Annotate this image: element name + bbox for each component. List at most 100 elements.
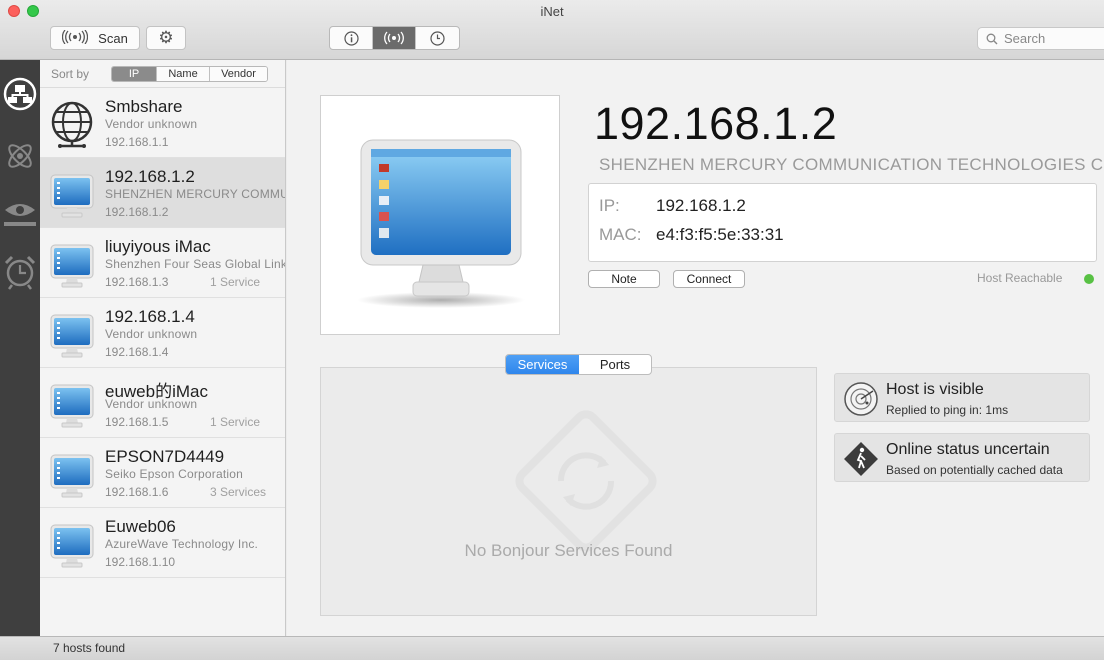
host-list: Smbshare Vendor unknown 192.168.1.1 192.168… — [40, 88, 285, 578]
status-title: Online status uncertain — [886, 441, 1050, 458]
address-info-box: IP: 192.168.1.2 MAC: e4:f3:f5:5e:33:31 — [588, 183, 1097, 262]
reachability-label: Host Reachable — [977, 271, 1063, 285]
no-services-message: No Bonjour Services Found — [464, 541, 673, 560]
status-subtitle: Replied to ping in: 1ms — [886, 403, 1009, 417]
history-view-button[interactable] — [416, 27, 459, 49]
sort-segmented-control: IP Name Vendor — [111, 65, 269, 82]
eye-icon — [4, 204, 36, 226]
host-detail-pane: 192.168.1.2 SHENZHEN MERCURY COMMUNICATI… — [287, 60, 1104, 636]
scan-label: Scan — [98, 30, 128, 46]
computer-icon — [50, 520, 94, 568]
category-rail — [0, 60, 40, 636]
hosts-found-count: 7 hosts found — [53, 641, 126, 655]
globe-icon — [50, 100, 94, 148]
host-service-count: 1 Service — [210, 275, 261, 289]
host-ip: 192.168.1.4 — [105, 345, 169, 359]
note-button[interactable]: Note — [588, 270, 660, 288]
network-view-button[interactable] — [373, 27, 416, 49]
host-row[interactable]: EPSON7D4449 Seiko Epson Corporation 192.16… — [40, 438, 285, 508]
info-view-button[interactable] — [330, 27, 373, 49]
host-vendor: Vendor unknown — [105, 327, 198, 341]
host-vendor: SHENZHEN MERCURY COMMUNICATION TECHNOLOG… — [599, 155, 1104, 174]
host-name: liuyiyous iMac — [105, 237, 211, 256]
sort-label: Sort by — [51, 66, 90, 81]
atom-icon — [8, 144, 32, 168]
toolbar: iNet Scan ⚙ Search — [0, 0, 1104, 60]
host-name: 192.168.1.2 — [105, 167, 195, 186]
host-vendor: Vendor unknown — [105, 117, 198, 131]
status-bar: 7 hosts found — [0, 636, 1104, 660]
radar-icon — [844, 382, 878, 416]
computer-icon — [50, 240, 94, 288]
host-service-count: 3 Services — [210, 485, 267, 499]
computer-icon — [50, 170, 94, 218]
computer-icon — [50, 310, 94, 358]
host-row[interactable]: Euweb06 AzureWave Technology Inc. 192.168.… — [40, 508, 285, 578]
host-ip: 192.168.1.2 — [105, 205, 169, 219]
rail-bonjour-button[interactable] — [0, 128, 40, 184]
mac-label: MAC: — [599, 225, 642, 244]
status-subtitle: Based on potentially cached data — [886, 463, 1063, 477]
host-ip: 192.168.1.3 — [105, 275, 169, 289]
sort-ip-button[interactable]: IP — [112, 66, 158, 81]
host-list-pane: Sort by IP Name Vendor Smbshare Vendor un… — [40, 60, 286, 636]
sort-bar: Sort by IP Name Vendor — [40, 60, 285, 88]
computer-icon — [357, 139, 525, 308]
settings-button[interactable]: ⚙ — [146, 26, 186, 50]
host-row[interactable]: euweb的iMac Vendor unknown 192.168.1.5 1 Ser… — [40, 368, 285, 438]
search-placeholder: Search — [1004, 31, 1046, 46]
rail-monitor-button[interactable] — [0, 185, 40, 241]
view-segmented-control — [329, 26, 460, 50]
host-name: 192.168.1.4 — [105, 307, 195, 326]
mac-value: e4:f3:f5:5e:33:31 — [656, 225, 784, 244]
sort-name-button[interactable]: Name — [157, 66, 211, 81]
host-ip: 192.168.1.5 — [105, 415, 169, 429]
rail-network-button[interactable] — [0, 66, 40, 122]
host-row[interactable]: Smbshare Vendor unknown 192.168.1.1 — [40, 88, 285, 158]
host-name: Euweb06 — [105, 517, 176, 536]
reachability-indicator — [1084, 274, 1094, 284]
ip-value: 192.168.1.2 — [656, 196, 746, 215]
computer-icon — [50, 380, 94, 428]
wifi-icon — [62, 29, 89, 47]
services-list: No Bonjour Services Found — [320, 367, 817, 616]
host-vendor: Shenzhen Four Seas Global Link — [105, 257, 285, 271]
wifi-icon — [384, 31, 404, 45]
sort-vendor-button[interactable]: Vendor — [210, 66, 268, 81]
status-card-visible: Host is visible Replied to ping in: 1ms — [834, 373, 1090, 422]
info-icon — [343, 30, 359, 46]
host-row[interactable]: liuyiyous iMac Shenzhen Four Seas Global … — [40, 228, 285, 298]
services-ports-tabs: Services Ports — [505, 354, 652, 375]
host-vendor: Seiko Epson Corporation — [105, 467, 244, 481]
status-title: Host is visible — [886, 381, 984, 398]
host-row[interactable]: 192.168.1.4 Vendor unknown 192.168.1.4 — [40, 298, 285, 368]
clock-icon — [430, 30, 445, 46]
connect-button[interactable]: Connect — [673, 270, 745, 288]
search-icon — [986, 33, 998, 44]
host-name: EPSON7D4449 — [105, 447, 225, 466]
host-vendor: SHENZHEN MERCURY COMMUNICATION TECHNOLOG… — [105, 187, 285, 201]
status-card-uncertain: Online status uncertain Based on potenti… — [834, 433, 1090, 482]
host-row[interactable]: 192.168.1.2SHENZHEN MERCURY COMMUNICATIO… — [40, 158, 285, 228]
alarm-clock-icon — [4, 255, 36, 290]
host-ip: 192.168.1.10 — [105, 555, 176, 569]
host-name: Smbshare — [105, 97, 183, 116]
computer-icon — [50, 450, 94, 498]
network-icon — [3, 77, 37, 111]
window-title: iNet — [540, 4, 564, 19]
gear-icon: ⚙ — [158, 28, 174, 47]
scan-button[interactable]: Scan — [50, 26, 140, 50]
rail-wake-button[interactable] — [0, 244, 40, 300]
tab-services[interactable]: Services — [506, 355, 579, 374]
host-vendor: AzureWave Technology Inc. — [105, 537, 259, 551]
app-window: iNet Scan ⚙ Search Sort by IP Name Vendo… — [0, 0, 1104, 660]
host-service-count: 1 Service — [210, 415, 261, 429]
tab-ports[interactable]: Ports — [579, 355, 651, 374]
host-ip: 192.168.1.1 — [105, 135, 169, 149]
pedestrian-warning-icon — [844, 442, 878, 476]
ip-label: IP: — [599, 196, 620, 215]
host-title: 192.168.1.2 — [594, 98, 838, 149]
host-vendor: Vendor unknown — [105, 397, 198, 411]
search-field[interactable]: Search — [977, 27, 1104, 50]
device-image-frame — [320, 95, 560, 335]
